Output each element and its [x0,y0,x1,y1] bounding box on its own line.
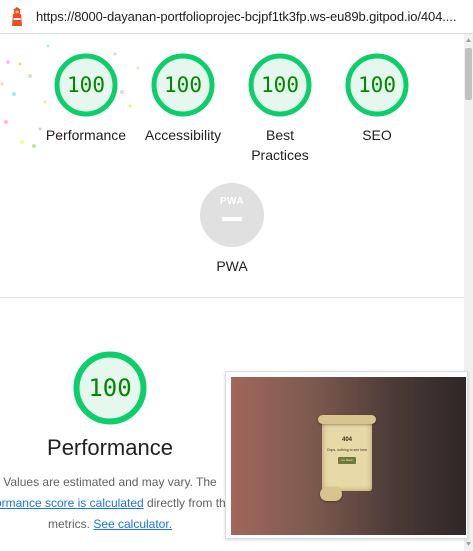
note-text-2: directly from the [143,496,233,510]
url-bar: https://8000-dayanan-portfolioprojec-bcj… [0,0,473,34]
score-calculation-link[interactable]: rformance score is calculated [0,496,144,510]
url-text[interactable]: https://8000-dayanan-portfolioprojec-bcj… [36,9,456,24]
best-practices-label: Best Practices [251,127,309,163]
best-practices-score: 100 [261,73,299,97]
scroll-roll-top [318,415,376,424]
see-calculator-link[interactable]: See calculator. [93,517,172,531]
performance-detail-title: Performance [47,435,173,460]
pwa-badge-text: PWA [219,196,245,207]
performance-detail-gauge: 100 [73,351,147,425]
scroll-up-arrow-icon[interactable] [465,36,472,44]
pwa-badge-icon: PWA [200,183,264,247]
thumbnail-go-back-button: Go Back [338,457,356,464]
scroll-roll-bottom [320,487,342,501]
performance-label: Performance [45,127,127,143]
pwa-gauge[interactable]: PWA PWA [182,183,282,274]
pwa-dash-icon [222,217,242,221]
pwa-label: PWA [216,258,248,274]
performance-detail-score: 100 [88,374,132,402]
performance-score: 100 [67,73,105,97]
scroll-paper [322,421,372,491]
performance-gauge[interactable]: 100 Performance [36,53,136,145]
best-practices-gauge[interactable]: 100 Best Practices [230,53,330,165]
note-text-3: metrics. [47,517,94,531]
note-text-1: Values are estimated and may vary. The [3,475,217,489]
seo-score: 100 [358,73,396,97]
accessibility-label: Accessibility [144,127,222,143]
accessibility-gauge[interactable]: 100 Accessibility [133,53,233,145]
accessibility-score: 100 [164,73,202,97]
scroll-down-arrow-icon[interactable] [465,540,472,548]
seo-gauge[interactable]: 100 SEO [327,53,427,145]
seo-label: SEO [362,127,392,143]
screenshot-image: 404 Oops, nothing to see here Go Back [231,377,466,535]
parchment-scroll-icon: 404 Oops, nothing to see here Go Back [318,415,376,503]
section-divider [0,297,464,298]
performance-note: Values are estimated and may vary. The r… [0,472,260,535]
scrollbar-thumb[interactable] [465,48,472,100]
thumbnail-message: Oops, nothing to see here [326,448,368,452]
final-screenshot[interactable]: 404 Oops, nothing to see here Go Back [225,371,468,539]
lighthouse-logo-icon [12,7,22,26]
thumbnail-404-heading: 404 [341,437,352,443]
